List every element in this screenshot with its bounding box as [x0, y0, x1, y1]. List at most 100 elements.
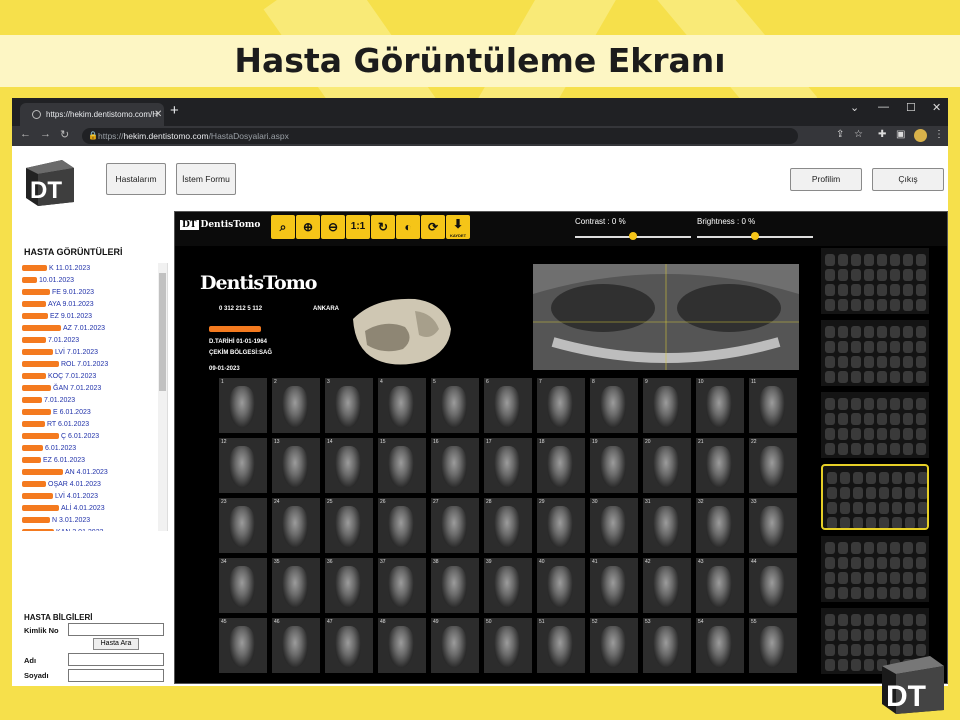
cross-section-slice[interactable]: 50 [484, 618, 532, 673]
patient-list-item[interactable]: AZ 7.01.2023 [22, 323, 167, 335]
cross-section-slice[interactable]: 44 [749, 558, 797, 613]
cross-section-slice[interactable]: 31 [643, 498, 691, 553]
cross-section-slice[interactable]: 24 [272, 498, 320, 553]
rotate-icon[interactable]: ↻ [371, 215, 395, 239]
cross-section-slice[interactable]: 25 [325, 498, 373, 553]
cross-section-slice[interactable]: 43 [696, 558, 744, 613]
cross-section-slice[interactable]: 49 [431, 618, 479, 673]
menu-icon[interactable]: ⋮ [934, 129, 944, 140]
cross-section-slice[interactable]: 4 [378, 378, 426, 433]
cross-section-slice[interactable]: 23 [219, 498, 267, 553]
patient-list-item[interactable]: AYA 9.01.2023 [22, 299, 167, 311]
chevron-down-icon[interactable]: ⌄ [850, 101, 859, 114]
cross-section-slice[interactable]: 38 [431, 558, 479, 613]
cross-section-slice[interactable]: 34 [219, 558, 267, 613]
cross-section-slice[interactable]: 48 [378, 618, 426, 673]
patient-list-item[interactable]: EZ 9.01.2023 [22, 311, 167, 323]
zoom-in-icon[interactable]: ⊕ [296, 215, 320, 239]
cross-section-slice[interactable]: 41 [590, 558, 638, 613]
zoom-out-icon[interactable]: ⊖ [321, 215, 345, 239]
name-input[interactable] [68, 653, 164, 666]
back-icon[interactable]: ← [20, 128, 31, 140]
patient-list-item[interactable]: OŞAR 4.01.2023 [22, 479, 167, 491]
cross-section-slice[interactable]: 45 [219, 618, 267, 673]
cross-section-slice[interactable]: 22 [749, 438, 797, 493]
refresh-icon[interactable]: ⟳ [421, 215, 445, 239]
cross-section-slice[interactable]: 29 [537, 498, 585, 553]
patient-list-item[interactable]: 7.01.2023 [22, 335, 167, 347]
patient-list-item[interactable]: KOÇ 7.01.2023 [22, 371, 167, 383]
cross-section-slice[interactable]: 1 [219, 378, 267, 433]
cross-section-slice[interactable]: 33 [749, 498, 797, 553]
reload-icon[interactable]: ↻ [60, 128, 69, 141]
cross-section-slice[interactable]: 8 [590, 378, 638, 433]
star-icon[interactable]: ☆ [854, 129, 863, 140]
cross-section-slice[interactable]: 16 [431, 438, 479, 493]
cross-section-slice[interactable]: 20 [643, 438, 691, 493]
cross-section-slice[interactable]: 39 [484, 558, 532, 613]
cross-section-slice[interactable]: 15 [378, 438, 426, 493]
cross-section-slice[interactable]: 11 [749, 378, 797, 433]
patient-list-item[interactable]: 6.01.2023 [22, 443, 167, 455]
cross-section-slice[interactable]: 32 [696, 498, 744, 553]
patient-list-item[interactable]: KAN 3.01.2023 [22, 527, 167, 531]
patient-list-item[interactable]: E 6.01.2023 [22, 407, 167, 419]
patient-list-item[interactable]: RT 6.01.2023 [22, 419, 167, 431]
cross-section-slice[interactable]: 37 [378, 558, 426, 613]
share-icon[interactable]: ⇪ [836, 129, 844, 140]
surname-input[interactable] [68, 669, 164, 682]
cross-section-slice[interactable]: 19 [590, 438, 638, 493]
logout-button[interactable]: Çıkış [872, 168, 944, 191]
cross-section-slice[interactable]: 55 [749, 618, 797, 673]
cross-section-slice[interactable]: 53 [643, 618, 691, 673]
actual-size-icon[interactable]: 1:1 [346, 215, 370, 239]
patient-list-item[interactable]: N 3.01.2023 [22, 515, 167, 527]
brightness-slider-handle[interactable] [751, 232, 759, 240]
extensions-icon[interactable]: ✚ [878, 129, 886, 140]
patient-list-item[interactable]: 10.01.2023 [22, 275, 167, 287]
cross-section-slice[interactable]: 40 [537, 558, 585, 613]
search-patient-button[interactable]: Hasta Ara [93, 638, 139, 650]
patient-list-item[interactable]: EZ 6.01.2023 [22, 455, 167, 467]
forward-icon[interactable]: → [40, 128, 51, 140]
cross-section-slice[interactable]: 42 [643, 558, 691, 613]
patient-list-item[interactable]: FE 9.01.2023 [22, 287, 167, 299]
cross-section-slice[interactable]: 47 [325, 618, 373, 673]
browser-tab[interactable]: https://hekim.dentistomo.com/H ✕ [20, 103, 164, 126]
profile-button[interactable]: Profilim [790, 168, 862, 191]
cross-section-slice[interactable]: 28 [484, 498, 532, 553]
cross-section-slice[interactable]: 2 [272, 378, 320, 433]
cross-section-slice[interactable]: 10 [696, 378, 744, 433]
series-thumbnail[interactable] [821, 320, 929, 386]
url-input[interactable]: 🔒 https://hekim.dentistomo.com/HastaDosy… [82, 128, 798, 144]
download-icon[interactable]: ⬇ KAYDET [446, 215, 470, 239]
contrast-icon[interactable]: ◐ [396, 215, 420, 239]
cross-section-slice[interactable]: 17 [484, 438, 532, 493]
cross-section-slice[interactable]: 26 [378, 498, 426, 553]
patient-list-item[interactable]: ĞAN 7.01.2023 [22, 383, 167, 395]
scrollbar-thumb[interactable] [159, 273, 166, 391]
sidepanel-icon[interactable]: ▣ [896, 129, 905, 140]
cross-section-slice[interactable]: 27 [431, 498, 479, 553]
id-input[interactable] [68, 623, 164, 636]
avatar[interactable] [914, 129, 927, 142]
series-thumbnail[interactable] [821, 248, 929, 314]
cross-section-slice[interactable]: 52 [590, 618, 638, 673]
cross-section-slice[interactable]: 21 [696, 438, 744, 493]
cross-section-slice[interactable]: 35 [272, 558, 320, 613]
request-form-button[interactable]: İstem Formu [176, 163, 236, 195]
cross-section-slice[interactable]: 3 [325, 378, 373, 433]
patient-list-item[interactable]: K 11.01.2023 [22, 263, 167, 275]
minimize-icon[interactable]: — [878, 101, 889, 113]
cross-section-slice[interactable]: 7 [537, 378, 585, 433]
patient-list-item[interactable]: ALİ 4.01.2023 [22, 503, 167, 515]
contrast-slider-handle[interactable] [629, 232, 637, 240]
cross-section-slice[interactable]: 5 [431, 378, 479, 433]
cross-section-slice[interactable]: 36 [325, 558, 373, 613]
patient-list-item[interactable]: 7.01.2023 [22, 395, 167, 407]
series-thumbnail[interactable] [821, 536, 929, 602]
cross-section-slice[interactable]: 14 [325, 438, 373, 493]
new-tab-icon[interactable]: + [170, 102, 179, 119]
patient-list-item[interactable]: ROL 7.01.2023 [22, 359, 167, 371]
patient-list-item[interactable]: LVİ 7.01.2023 [22, 347, 167, 359]
